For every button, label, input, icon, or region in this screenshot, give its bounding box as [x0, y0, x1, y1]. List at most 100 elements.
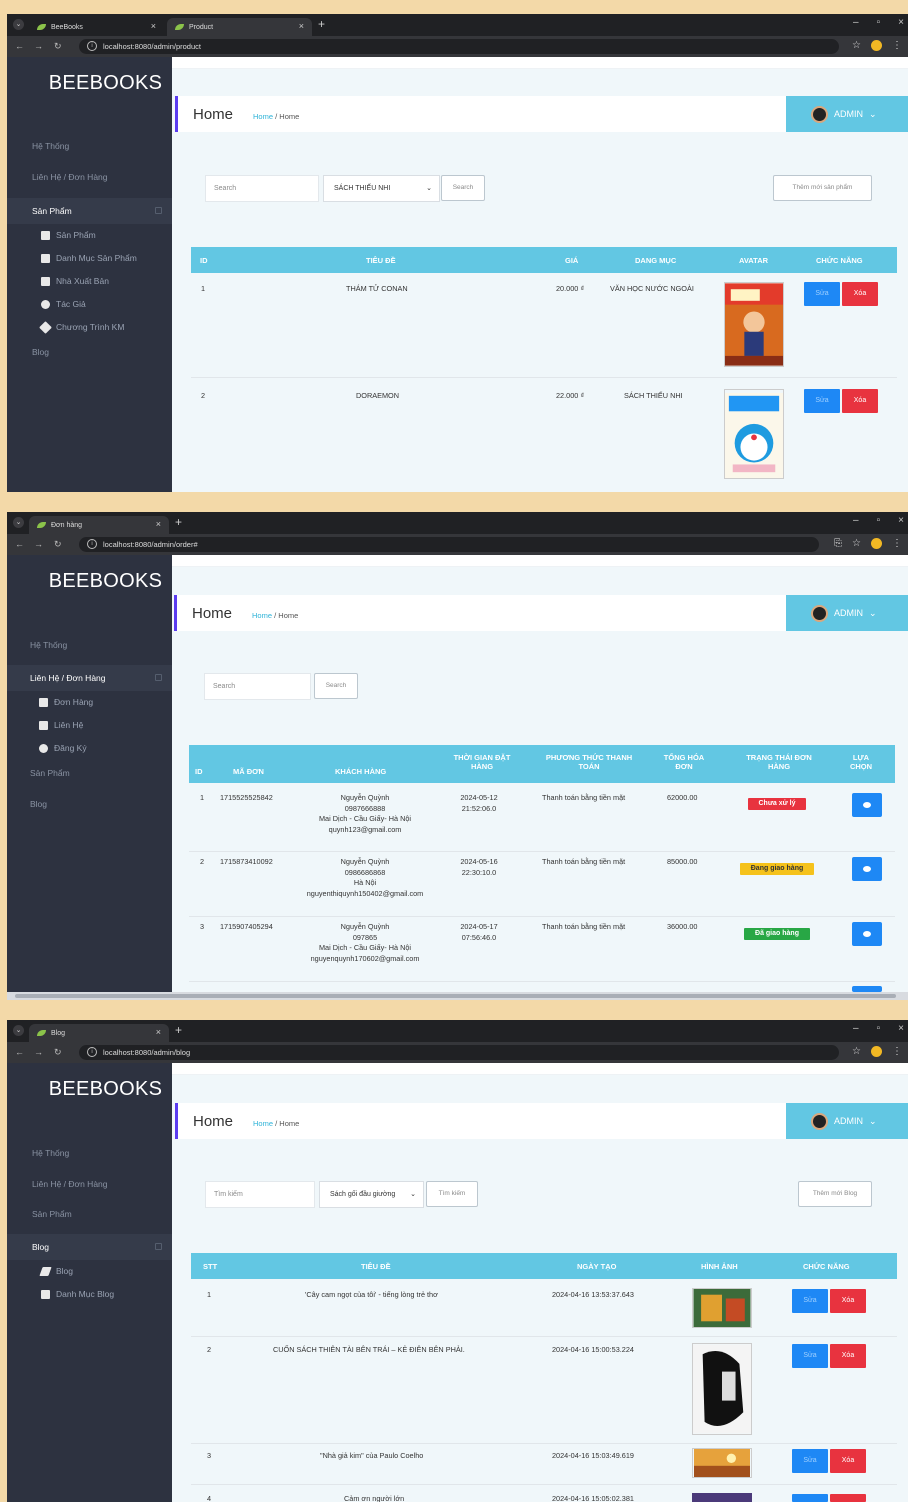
delete-button[interactable]: Xóa [830, 1344, 866, 1368]
bookmark-star-icon[interactable]: ☆ [852, 1046, 861, 1057]
delete-button[interactable]: Xóa [830, 1289, 866, 1313]
sidebar-subitem-register[interactable]: Đăng Ký [7, 737, 172, 760]
forward-icon[interactable]: → [34, 1047, 43, 1057]
search-input[interactable]: Tìm kiếm [205, 1181, 315, 1208]
collapse-icon[interactable] [155, 1243, 162, 1250]
edit-button[interactable]: Sửa [792, 1449, 828, 1473]
search-input[interactable]: Search [204, 673, 311, 700]
new-tab-icon[interactable]: + [175, 515, 182, 529]
browser-tab-orders[interactable]: Đơn hàng × [29, 516, 169, 534]
close-window-icon[interactable]: × [898, 17, 904, 28]
back-icon[interactable]: ← [15, 539, 24, 549]
edit-button[interactable] [792, 1494, 828, 1502]
search-input[interactable]: Search [205, 175, 319, 202]
edit-button[interactable]: Sửa [804, 282, 840, 306]
admin-menu-button[interactable]: ADMIN ⌄ [786, 1103, 908, 1139]
forward-icon[interactable]: → [34, 539, 43, 549]
new-tab-icon[interactable]: + [318, 17, 325, 31]
sidebar-item-products[interactable]: Sản Phẩm [7, 764, 172, 782]
reload-icon[interactable]: ↻ [54, 41, 62, 52]
collapse-icon[interactable] [155, 674, 162, 681]
minimize-icon[interactable]: – [853, 17, 859, 28]
search-button[interactable]: Search [441, 175, 485, 201]
close-window-icon[interactable]: × [898, 1023, 904, 1034]
view-order-button[interactable] [852, 793, 882, 817]
search-button[interactable]: Search [314, 673, 358, 699]
sidebar-subitem-promotions[interactable]: Chương Trình KM [7, 316, 172, 339]
menu-dots-icon[interactable]: ⋮ [892, 40, 902, 51]
sidebar-item-system[interactable]: Hệ Thống [7, 1144, 172, 1162]
site-info-icon[interactable]: i [87, 1047, 97, 1057]
site-info-icon[interactable]: i [87, 41, 97, 51]
browser-tab-blog[interactable]: Blog × [29, 1024, 169, 1042]
sidebar-subitem-orders[interactable]: Đơn Hàng [7, 691, 172, 714]
sidebar-subitem-blog[interactable]: Blog [7, 1260, 172, 1283]
search-button[interactable]: Tìm kiếm [426, 1181, 478, 1207]
close-tab-icon[interactable]: × [156, 1027, 161, 1037]
category-select[interactable]: SÁCH THIẾU NHI ⌄ [323, 175, 440, 202]
admin-menu-button[interactable]: ADMIN ⌄ [786, 96, 908, 132]
add-product-button[interactable]: Thêm mới sản phẩm [773, 175, 872, 201]
sidebar-item-contact-orders[interactable]: Liên Hệ / Đơn Hàng [7, 1175, 172, 1193]
reload-icon[interactable]: ↻ [54, 539, 62, 550]
browser-tab-beebooks[interactable]: BeeBooks × [29, 18, 164, 36]
new-tab-icon[interactable]: + [175, 1023, 182, 1037]
sidebar-item-contact-orders[interactable]: Liên Hệ / Đơn Hàng [7, 665, 172, 691]
breadcrumb-home-link[interactable]: Home [253, 112, 273, 121]
horizontal-scrollbar[interactable] [7, 992, 908, 1000]
collapse-icon[interactable] [155, 207, 162, 214]
edit-button[interactable]: Sửa [792, 1344, 828, 1368]
close-tab-icon[interactable]: × [156, 519, 161, 529]
sidebar-subitem-blog-category[interactable]: Danh Mục Blog [7, 1283, 172, 1306]
delete-button[interactable]: Xóa [830, 1449, 866, 1473]
menu-dots-icon[interactable]: ⋮ [892, 538, 902, 549]
sidebar-item-contact-orders[interactable]: Liên Hệ / Đơn Hàng [7, 168, 172, 186]
sidebar-item-blog[interactable]: Blog [7, 343, 172, 361]
site-info-icon[interactable]: i [87, 539, 97, 549]
extension-icon[interactable] [871, 538, 882, 549]
tab-search-icon[interactable]: ⌄ [13, 517, 24, 528]
browser-tab-product[interactable]: Product × [167, 18, 312, 36]
sidebar-item-products[interactable]: Sản Phẩm [7, 198, 172, 224]
reload-icon[interactable]: ↻ [54, 1047, 62, 1058]
close-tab-icon[interactable]: × [151, 21, 156, 31]
sidebar-item-blog[interactable]: Blog [7, 795, 172, 813]
maximize-icon[interactable]: ▫ [877, 515, 881, 526]
blog-category-select[interactable]: Sách gối đầu giường ⌄ [319, 1181, 424, 1208]
menu-dots-icon[interactable]: ⋮ [892, 1046, 902, 1057]
back-icon[interactable]: ← [15, 1047, 24, 1057]
scrollbar-thumb[interactable] [15, 994, 896, 998]
sidebar-subitem-products[interactable]: Sản Phẩm [7, 224, 172, 247]
sidebar-subitem-authors[interactable]: Tác Giả [7, 293, 172, 316]
tab-search-icon[interactable]: ⌄ [13, 19, 24, 30]
sidebar-item-products[interactable]: Sản Phẩm [7, 1205, 172, 1223]
delete-button[interactable]: Xóa [842, 282, 878, 306]
forward-icon[interactable]: → [34, 41, 43, 51]
extension-icon[interactable] [871, 40, 882, 51]
url-field[interactable]: i localhost:8080/admin/product [79, 39, 839, 54]
close-tab-icon[interactable]: × [299, 21, 304, 31]
extension-icon[interactable] [871, 1046, 882, 1057]
tab-search-icon[interactable]: ⌄ [13, 1025, 24, 1036]
bookmark-star-icon[interactable]: ☆ [852, 40, 861, 51]
close-window-icon[interactable]: × [898, 515, 904, 526]
maximize-icon[interactable]: ▫ [877, 1023, 881, 1034]
url-field[interactable]: i localhost:8080/admin/order# [79, 537, 819, 552]
sidebar-subitem-contact[interactable]: Liên Hệ [7, 714, 172, 737]
view-order-button[interactable] [852, 857, 882, 881]
minimize-icon[interactable]: – [853, 1023, 859, 1034]
bookmark-star-icon[interactable]: ☆ [852, 538, 861, 549]
sidebar-subitem-categories[interactable]: Danh Mục Sản Phẩm [7, 247, 172, 270]
view-order-button[interactable] [852, 922, 882, 946]
breadcrumb-home-link[interactable]: Home [252, 611, 272, 620]
translate-icon[interactable]: ⎘ [834, 538, 842, 549]
maximize-icon[interactable]: ▫ [877, 17, 881, 28]
sidebar-item-system[interactable]: Hệ Thống [7, 636, 172, 654]
admin-menu-button[interactable]: ADMIN ⌄ [786, 595, 908, 631]
delete-button[interactable]: Xóa [842, 389, 878, 413]
breadcrumb-home-link[interactable]: Home [253, 1119, 273, 1128]
sidebar-item-blog[interactable]: Blog [7, 1234, 172, 1260]
back-icon[interactable]: ← [15, 41, 24, 51]
add-blog-button[interactable]: Thêm mới Blog [798, 1181, 872, 1207]
delete-button[interactable] [830, 1494, 866, 1502]
